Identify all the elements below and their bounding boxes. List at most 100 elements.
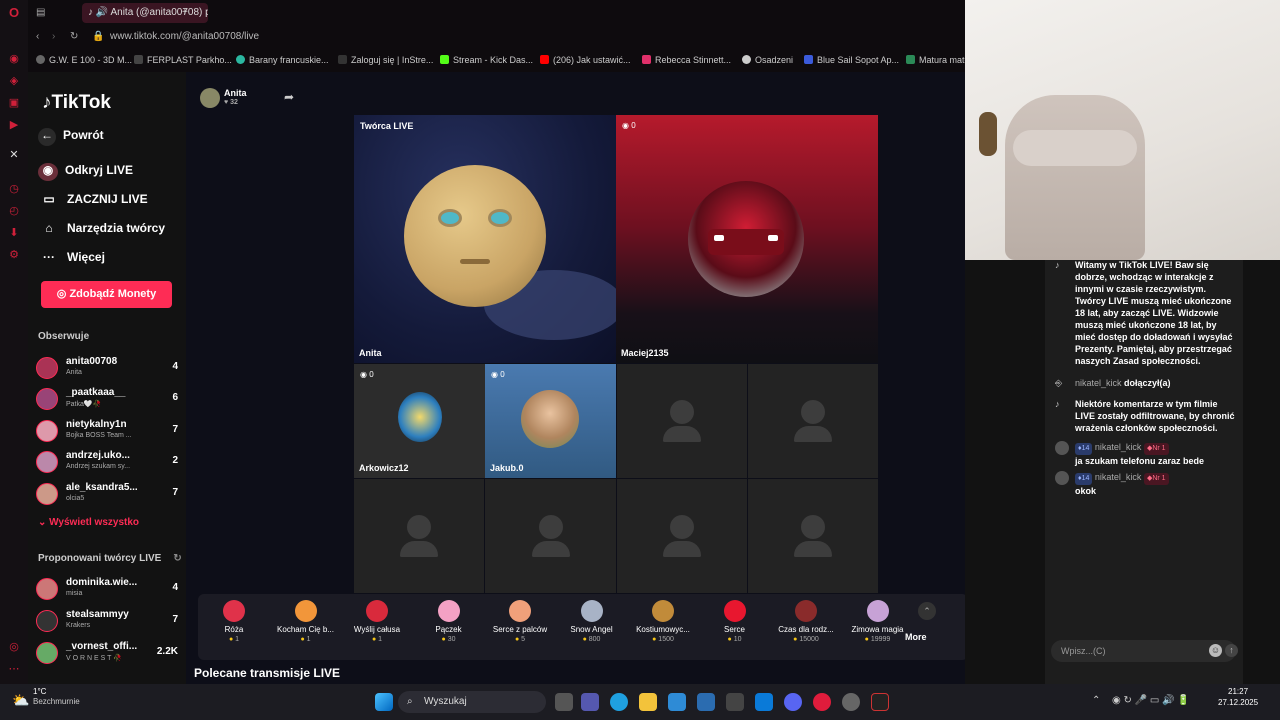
discord-icon[interactable]	[784, 693, 802, 711]
tray-chevron-icon[interactable]: ⌃	[1092, 695, 1100, 706]
empty-seat[interactable]	[485, 479, 616, 593]
url-field[interactable]: www.tiktok.com/@anita00708/live	[110, 31, 259, 42]
gift-item[interactable]: Kocham Cię b... ● 1	[270, 600, 342, 643]
video-tile-guest[interactable]: ◉ 0 Maciej2135	[616, 115, 878, 363]
app-icon[interactable]	[726, 693, 744, 711]
bookmark-item[interactable]: Stream - Kick Das...	[440, 55, 533, 65]
opera-icon[interactable]	[813, 693, 831, 711]
teams-icon[interactable]	[581, 693, 599, 711]
nav-creator-tools[interactable]: ⌂ Narzędzia twórcy	[38, 221, 165, 239]
chat-message[interactable]: ♦14 nikatel_kick ◆Nr 1 okok	[1055, 471, 1235, 497]
bookmark-item[interactable]: G.W. E 100 - 3D M...	[36, 55, 132, 65]
app-icon[interactable]	[755, 693, 773, 711]
gift-item[interactable]: Serce ● 10	[699, 600, 771, 643]
tiktok-logo-icon: ♪	[42, 92, 52, 113]
bookmark-item[interactable]: Rebecca Stinnett...	[642, 55, 731, 65]
share-icon[interactable]: ➦	[284, 90, 294, 104]
settings-icon[interactable]: ⚙	[7, 248, 21, 262]
refresh-icon[interactable]: ↻	[173, 553, 181, 564]
bookmark-item[interactable]: Osadzeni	[742, 55, 793, 65]
bookmark-item[interactable]: FERPLAST Parkho...	[134, 55, 232, 65]
weather-desc[interactable]: Bezchmurnie	[33, 697, 80, 706]
gift-item[interactable]: Serce z palców ● 5	[484, 600, 556, 643]
bookmark-item[interactable]: Zaloguj się | InStre...	[338, 55, 433, 65]
tiktok-logo[interactable]: ♪TikTok	[42, 92, 111, 114]
messenger-icon[interactable]: ◈	[7, 74, 21, 88]
empty-seat[interactable]	[617, 364, 747, 478]
suggested-item[interactable]: _vornest_offi... V O R N E S T 🥀 2.2K	[36, 640, 178, 668]
start-icon[interactable]	[375, 693, 393, 711]
back-button[interactable]: ← Powrót	[38, 128, 104, 146]
opera-logo-icon[interactable]: O	[7, 6, 21, 20]
task-view-icon[interactable]	[555, 693, 573, 711]
gift-item[interactable]: Snow Angel ● 800	[556, 600, 628, 643]
following-item[interactable]: anita00708 Anita 4	[36, 355, 178, 383]
instagram-icon[interactable]: ▣	[7, 96, 21, 110]
send-icon[interactable]: ↑	[1225, 644, 1238, 657]
video-tile-guest[interactable]: ◉ 0 Jakub.0	[485, 364, 616, 478]
weather-temp[interactable]: 1°C	[33, 687, 46, 696]
taskbar-search[interactable]: ⌕ Wyszukaj	[398, 691, 546, 713]
weather-icon[interactable]: ⛅	[12, 692, 29, 709]
mail-icon[interactable]	[697, 693, 715, 711]
following-item[interactable]: _paatkaaa__ Patka🤍🥀 6	[36, 386, 178, 414]
downloads-icon[interactable]: ⬇	[7, 226, 21, 240]
bookmark-item[interactable]: Blue Sail Sopot Ap...	[804, 55, 899, 65]
app-icon[interactable]	[871, 693, 889, 711]
empty-seat[interactable]	[354, 479, 484, 593]
gift-item[interactable]: Wyślij całusa ● 1	[341, 600, 413, 643]
gift-item[interactable]: Czas dla rodz... ● 15000	[770, 600, 842, 643]
chat-message[interactable]: ♦14 nikatel_kick ◆Nr 1 ja szukam telefonu…	[1055, 441, 1235, 467]
more-gifts-button[interactable]: More	[905, 632, 927, 642]
bookmark-item[interactable]: (206) Jak ustawić...	[540, 55, 631, 65]
get-coins-button[interactable]: ◎ Zdobądź Monety	[41, 281, 172, 308]
back-icon[interactable]: ‹	[36, 27, 39, 47]
gift-item[interactable]: Róża ● 1	[198, 600, 270, 643]
following-item[interactable]: andrzej.uko... Andrzej szukam sy... 2	[36, 449, 178, 477]
video-tile-host[interactable]: Twórca LIVE Anita	[354, 115, 616, 363]
show-all-link[interactable]: ⌄ Wyświetl wszystko	[38, 517, 139, 528]
rank-badge: ◆Nr 1	[1143, 473, 1169, 485]
gift-item[interactable]: Pączek ● 30	[413, 600, 485, 643]
clock-icon[interactable]: ◴	[7, 204, 21, 218]
chevron-up-icon[interactable]: ⌃	[918, 602, 936, 620]
empty-seat[interactable]	[617, 479, 747, 593]
gift-item[interactable]: Kostiumowyc... ● 1500	[627, 600, 699, 643]
tab-overview-icon[interactable]: ▤	[36, 3, 48, 23]
tab-active[interactable]: ♪ 🔊 Anita (@anita00708) p	[82, 3, 208, 23]
chevron-down-icon: ⌄	[38, 517, 50, 528]
audio-icon[interactable]: 🔊	[96, 7, 111, 18]
store-icon[interactable]	[668, 693, 686, 711]
clock-time[interactable]: 21:27	[1228, 687, 1248, 696]
history-icon[interactable]: ◷	[7, 182, 21, 196]
more-icon[interactable]: ⋯	[7, 662, 21, 676]
extensions-icon[interactable]: ◎	[7, 640, 21, 654]
following-item[interactable]: nietykalny1n Bojka BOSS Team ... 7	[36, 418, 178, 446]
youtube-icon[interactable]: ▶	[7, 118, 21, 132]
suggested-item[interactable]: dominika.wie... misia 4	[36, 576, 178, 604]
gift-item[interactable]: Zimowa magia ● 19999	[842, 600, 914, 643]
obs-icon[interactable]	[842, 693, 860, 711]
video-tile-guest[interactable]: ◉ 0 Arkowicz12	[354, 364, 485, 478]
bookmark-item[interactable]: Matura mate	[906, 55, 970, 65]
following-item[interactable]: ale_ksandra5... olcia5 7	[36, 481, 178, 509]
empty-seat[interactable]	[748, 364, 878, 478]
new-tab-button[interactable]: +	[182, 3, 188, 23]
x-icon[interactable]: ✕	[7, 148, 21, 162]
explorer-icon[interactable]	[639, 693, 657, 711]
edge-icon[interactable]	[610, 693, 628, 711]
nav-discover-live[interactable]: ◉ Odkryj LIVE	[38, 163, 133, 181]
empty-seat[interactable]	[748, 479, 878, 593]
bookmark-item[interactable]: Barany francuskie...	[236, 55, 329, 65]
forward-icon[interactable]: ›	[52, 27, 55, 47]
nav-more[interactable]: ··· Więcej	[38, 250, 105, 268]
emoji-icon[interactable]: ☺	[1209, 644, 1222, 657]
tray-icons[interactable]: ◉ ↻ 🎤 ▭ 🔊 🔋	[1112, 695, 1190, 706]
clock-date[interactable]: 27.12.2025	[1218, 698, 1258, 707]
nav-start-live[interactable]: ▭ ZACZNIJ LIVE	[38, 192, 147, 210]
suggested-item[interactable]: stealsammyy Krakers 7	[36, 608, 178, 636]
chair-pillow	[1013, 130, 1137, 166]
tab-bar: ▤ ♪ 🔊 Anita (@anita00708) p +	[28, 0, 965, 26]
reload-icon[interactable]: ↻	[70, 27, 78, 47]
speed-dial-icon[interactable]: ◉	[7, 52, 21, 66]
